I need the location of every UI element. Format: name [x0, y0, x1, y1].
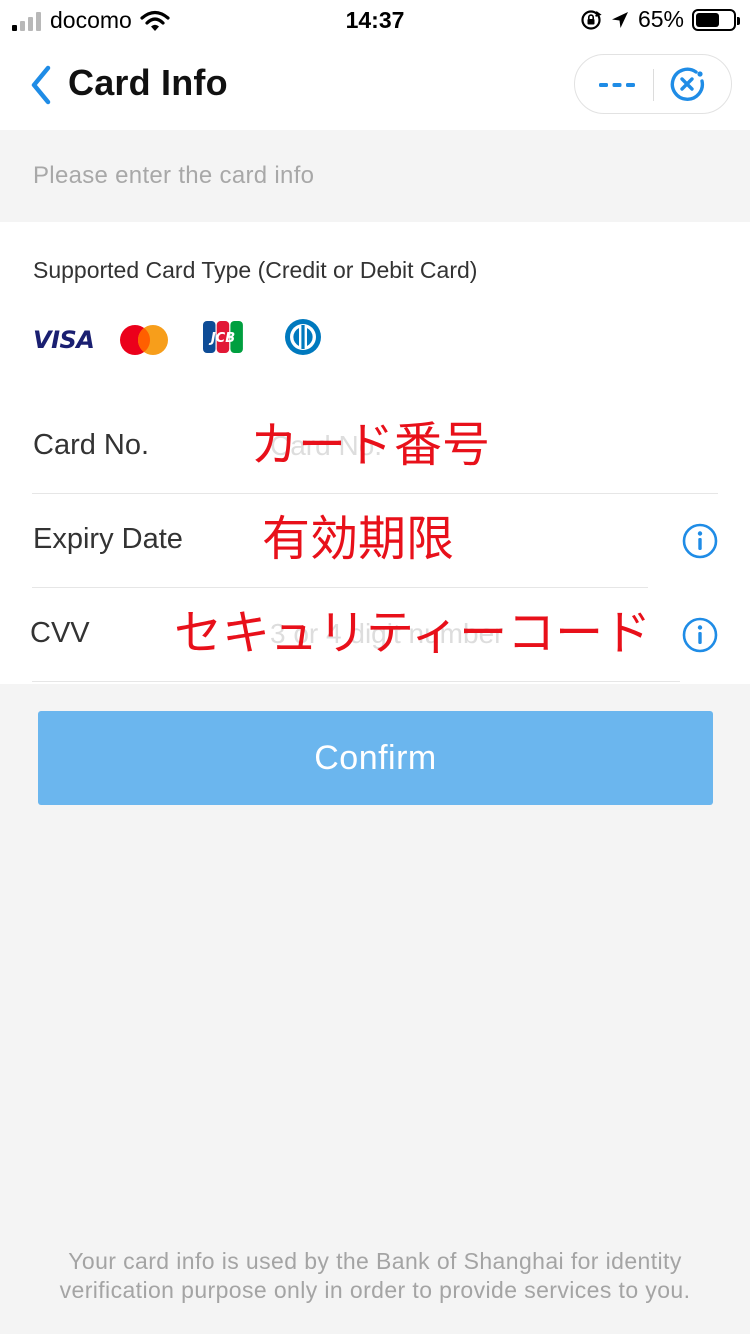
footer-line: Your card info is used by the Bank of Sh… — [68, 1248, 682, 1274]
mastercard-logo — [120, 325, 168, 355]
cvv-label: CVV — [30, 617, 90, 649]
footer-note: Your card info is used by the Bank of Sh… — [0, 1247, 750, 1305]
info-icon[interactable] — [682, 617, 718, 653]
location-arrow-icon — [611, 11, 628, 28]
expiry-date-label: Expiry Date — [33, 523, 183, 555]
more-dots-icon[interactable] — [597, 75, 637, 95]
page-title: Card Info — [68, 62, 228, 103]
capsule-divider — [653, 69, 654, 101]
hint-text: Please enter the card info — [33, 162, 315, 189]
nav-bar: Card Info — [0, 40, 750, 130]
divider — [32, 681, 680, 682]
diners-club-logo — [285, 319, 321, 355]
card-logos: VISA JCB — [33, 318, 353, 362]
card-number-row: Card No. カード番号 — [32, 400, 718, 494]
close-circle-icon[interactable] — [669, 67, 707, 103]
expiry-date-input[interactable] — [270, 520, 670, 560]
status-right: 65% — [580, 6, 740, 33]
status-bar: docomo 14:37 65% — [0, 0, 750, 40]
battery-icon — [692, 8, 740, 31]
rotation-lock-icon — [581, 9, 602, 30]
battery-percent: 65% — [637, 6, 684, 32]
supported-card-type-label: Supported Card Type (Credit or Debit Car… — [33, 257, 478, 283]
chevron-left-icon[interactable] — [26, 62, 62, 108]
hint-bar: Please enter the card info — [0, 130, 750, 222]
expiry-date-row: Expiry Date 有効期限 — [32, 494, 718, 588]
card-number-label: Card No. — [33, 429, 150, 461]
confirm-button[interactable]: Confirm — [38, 711, 713, 805]
mini-program-capsule — [574, 54, 732, 114]
svg-text:JCB: JCB — [208, 331, 235, 346]
info-icon[interactable] — [682, 523, 718, 559]
cvv-row: CVV セキュリティーコード — [30, 588, 718, 682]
jcb-logo: JCB — [203, 321, 243, 353]
cvv-input[interactable] — [270, 614, 670, 654]
card-number-input[interactable] — [270, 426, 670, 466]
card-form-panel: Supported Card Type (Credit or Debit Car… — [0, 222, 750, 684]
footer-line: verification purpose only in order to pr… — [59, 1277, 691, 1303]
visa-logo: VISA — [33, 326, 95, 354]
battery-fill — [696, 12, 720, 27]
